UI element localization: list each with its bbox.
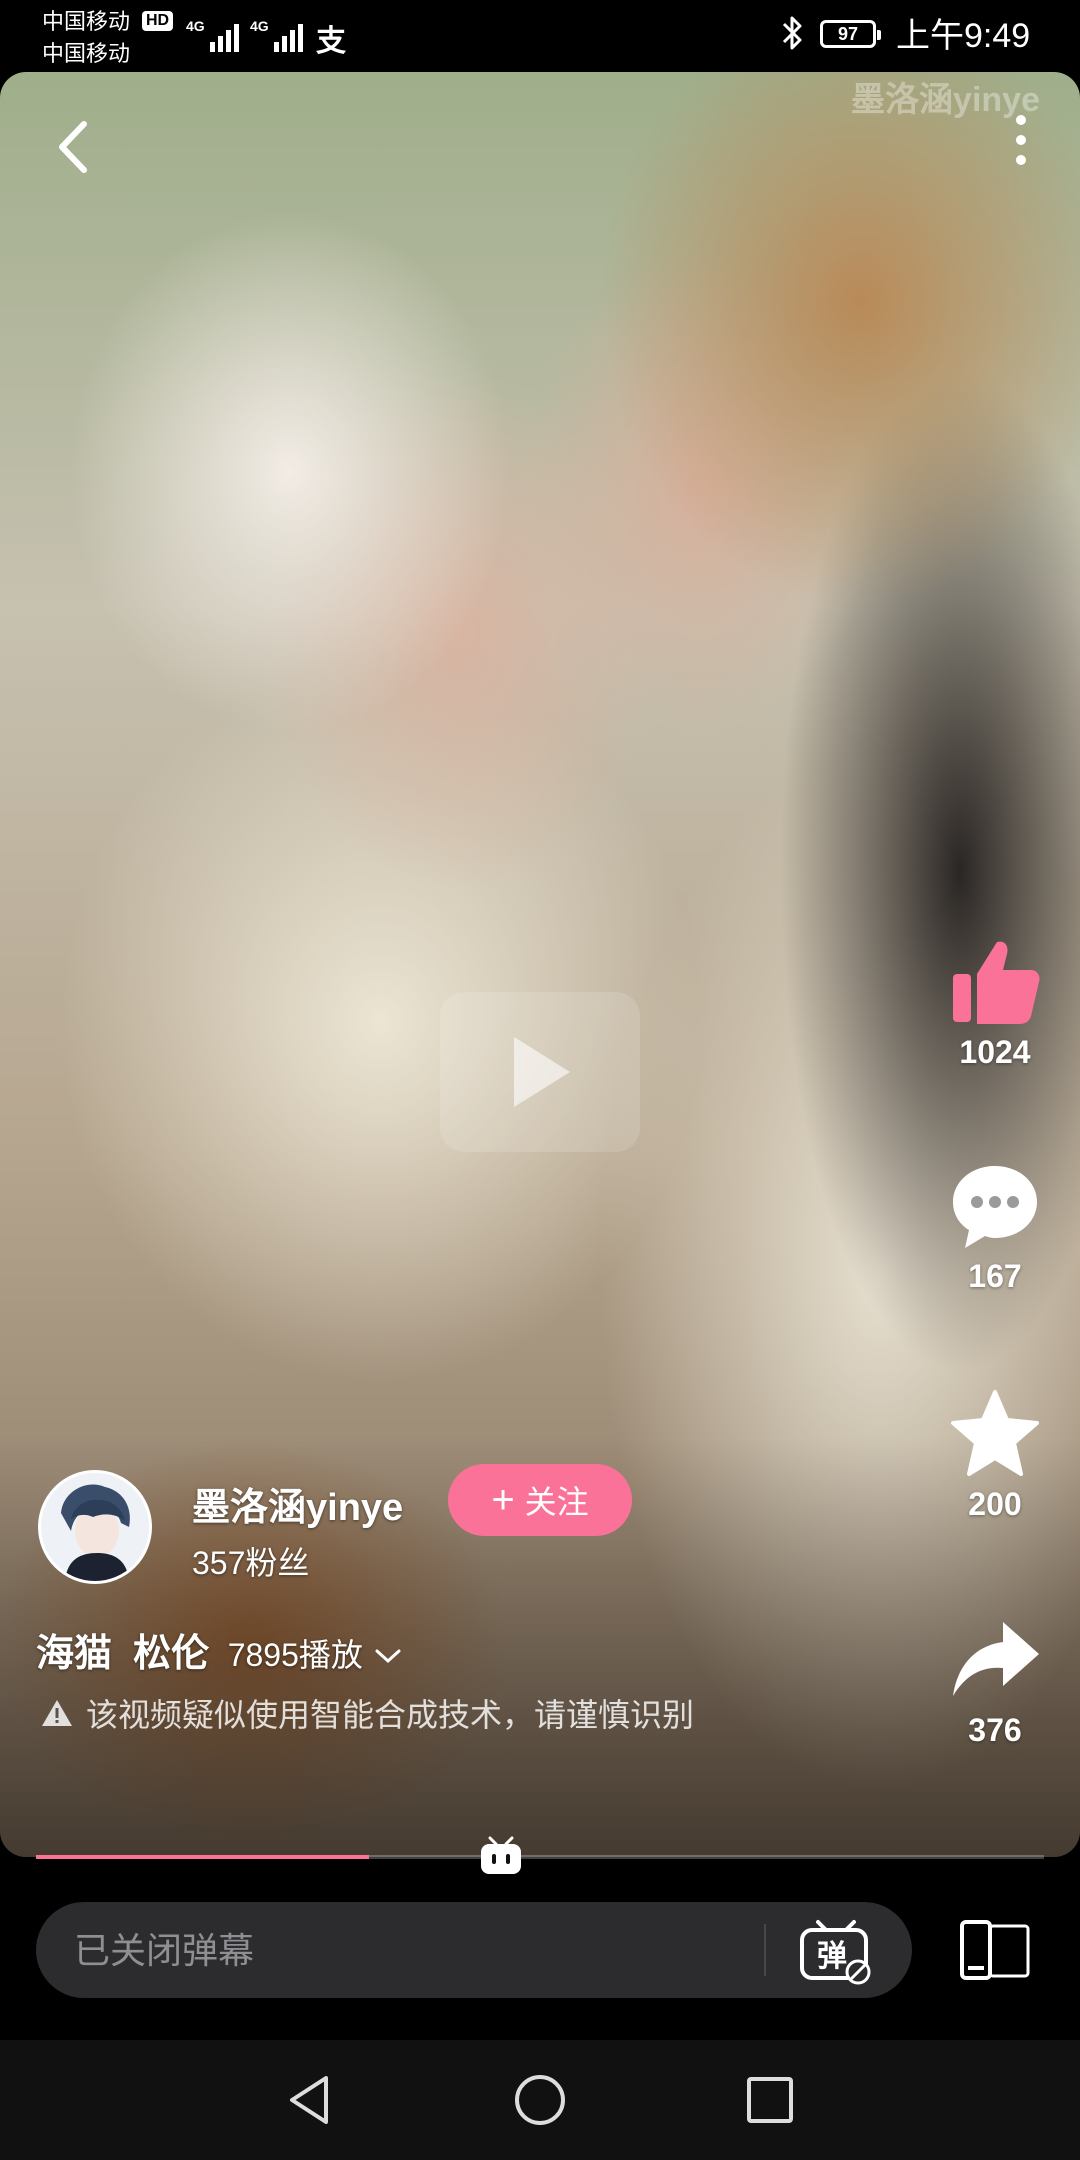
alipay-icon: 支: [316, 25, 346, 58]
nav-back-icon[interactable]: [280, 2070, 340, 2130]
chevron-down-icon: [375, 1649, 401, 1663]
follow-button[interactable]: + 关注: [448, 1464, 632, 1536]
nav-home-icon[interactable]: [510, 2070, 570, 2130]
ai-warning-text: 该视频疑似使用智能合成技术，请谨慎识别: [86, 1697, 695, 1733]
battery-icon: 97: [820, 20, 881, 48]
like-button[interactable]: 1024: [940, 934, 1050, 1071]
avatar-image: [41, 1473, 149, 1581]
progress-fill: [36, 1855, 369, 1859]
video-title: 海猫 松伦: [36, 1633, 210, 1675]
video-watermark: 墨洛涵yinye: [851, 81, 1040, 119]
avatar[interactable]: [38, 1470, 152, 1584]
plus-icon: +: [491, 1478, 515, 1522]
like-count: 1024: [959, 1034, 1031, 1070]
star-icon: [951, 1390, 1039, 1476]
signal-icon-2: 4G: [250, 18, 303, 52]
back-arrow-icon[interactable]: [50, 112, 96, 182]
share-count: 376: [968, 1712, 1022, 1748]
progress-thumb-tv-icon[interactable]: [478, 1834, 524, 1876]
danmaku-bar: 弹: [36, 1902, 912, 2000]
carrier-2: 中国移动: [42, 41, 131, 66]
status-bar: 中国移动 中国移动 HD 4G 4G 支 97 上午9:49: [0, 0, 1080, 72]
favorite-count: 200: [968, 1486, 1022, 1522]
danmaku-input[interactable]: [72, 1902, 756, 2000]
system-nav-bar: [0, 2040, 1080, 2160]
signal-icon: 4G: [186, 18, 239, 52]
thumbs-up-icon: [953, 941, 1040, 1024]
video-title-row[interactable]: 海猫 松伦 7895播放: [36, 1622, 403, 1677]
comment-count: 167: [968, 1258, 1022, 1294]
comment-icon: [953, 1166, 1037, 1248]
danmaku-off-icon[interactable]: 弹: [796, 1916, 876, 1986]
comment-button[interactable]: 167: [940, 1158, 1050, 1295]
nav-recents-icon[interactable]: [740, 2070, 800, 2130]
video-player[interactable]: 墨洛涵yinye 1024 167 200 376: [0, 72, 1080, 1857]
divider: [764, 1924, 766, 1976]
bluetooth-icon: [780, 14, 806, 61]
carrier-1: 中国移动: [42, 9, 131, 34]
share-icon: [953, 1622, 1039, 1696]
rotate-screen-icon[interactable]: [956, 1918, 1034, 1984]
author-name[interactable]: 墨洛涵yinye: [192, 1476, 403, 1531]
danmaku-glyph: 弹: [817, 1939, 847, 1974]
progress-bar[interactable]: [36, 1855, 1044, 1859]
favorite-button[interactable]: 200: [940, 1386, 1050, 1523]
follow-label: 关注: [524, 1484, 589, 1520]
warning-icon: [42, 1700, 72, 1726]
play-button[interactable]: [440, 992, 640, 1152]
ai-warning: 该视频疑似使用智能合成技术，请谨慎识别: [40, 1690, 694, 1736]
play-icon: [514, 1037, 570, 1107]
share-button[interactable]: 376: [940, 1612, 1050, 1749]
clock: 上午9:49: [896, 17, 1031, 55]
hd-badge: HD: [142, 11, 174, 31]
more-vertical-icon[interactable]: [1014, 110, 1028, 170]
follower-count: 357粉丝: [192, 1545, 310, 1581]
play-count: 7895播放: [227, 1637, 363, 1673]
battery-level: 97: [837, 23, 859, 44]
